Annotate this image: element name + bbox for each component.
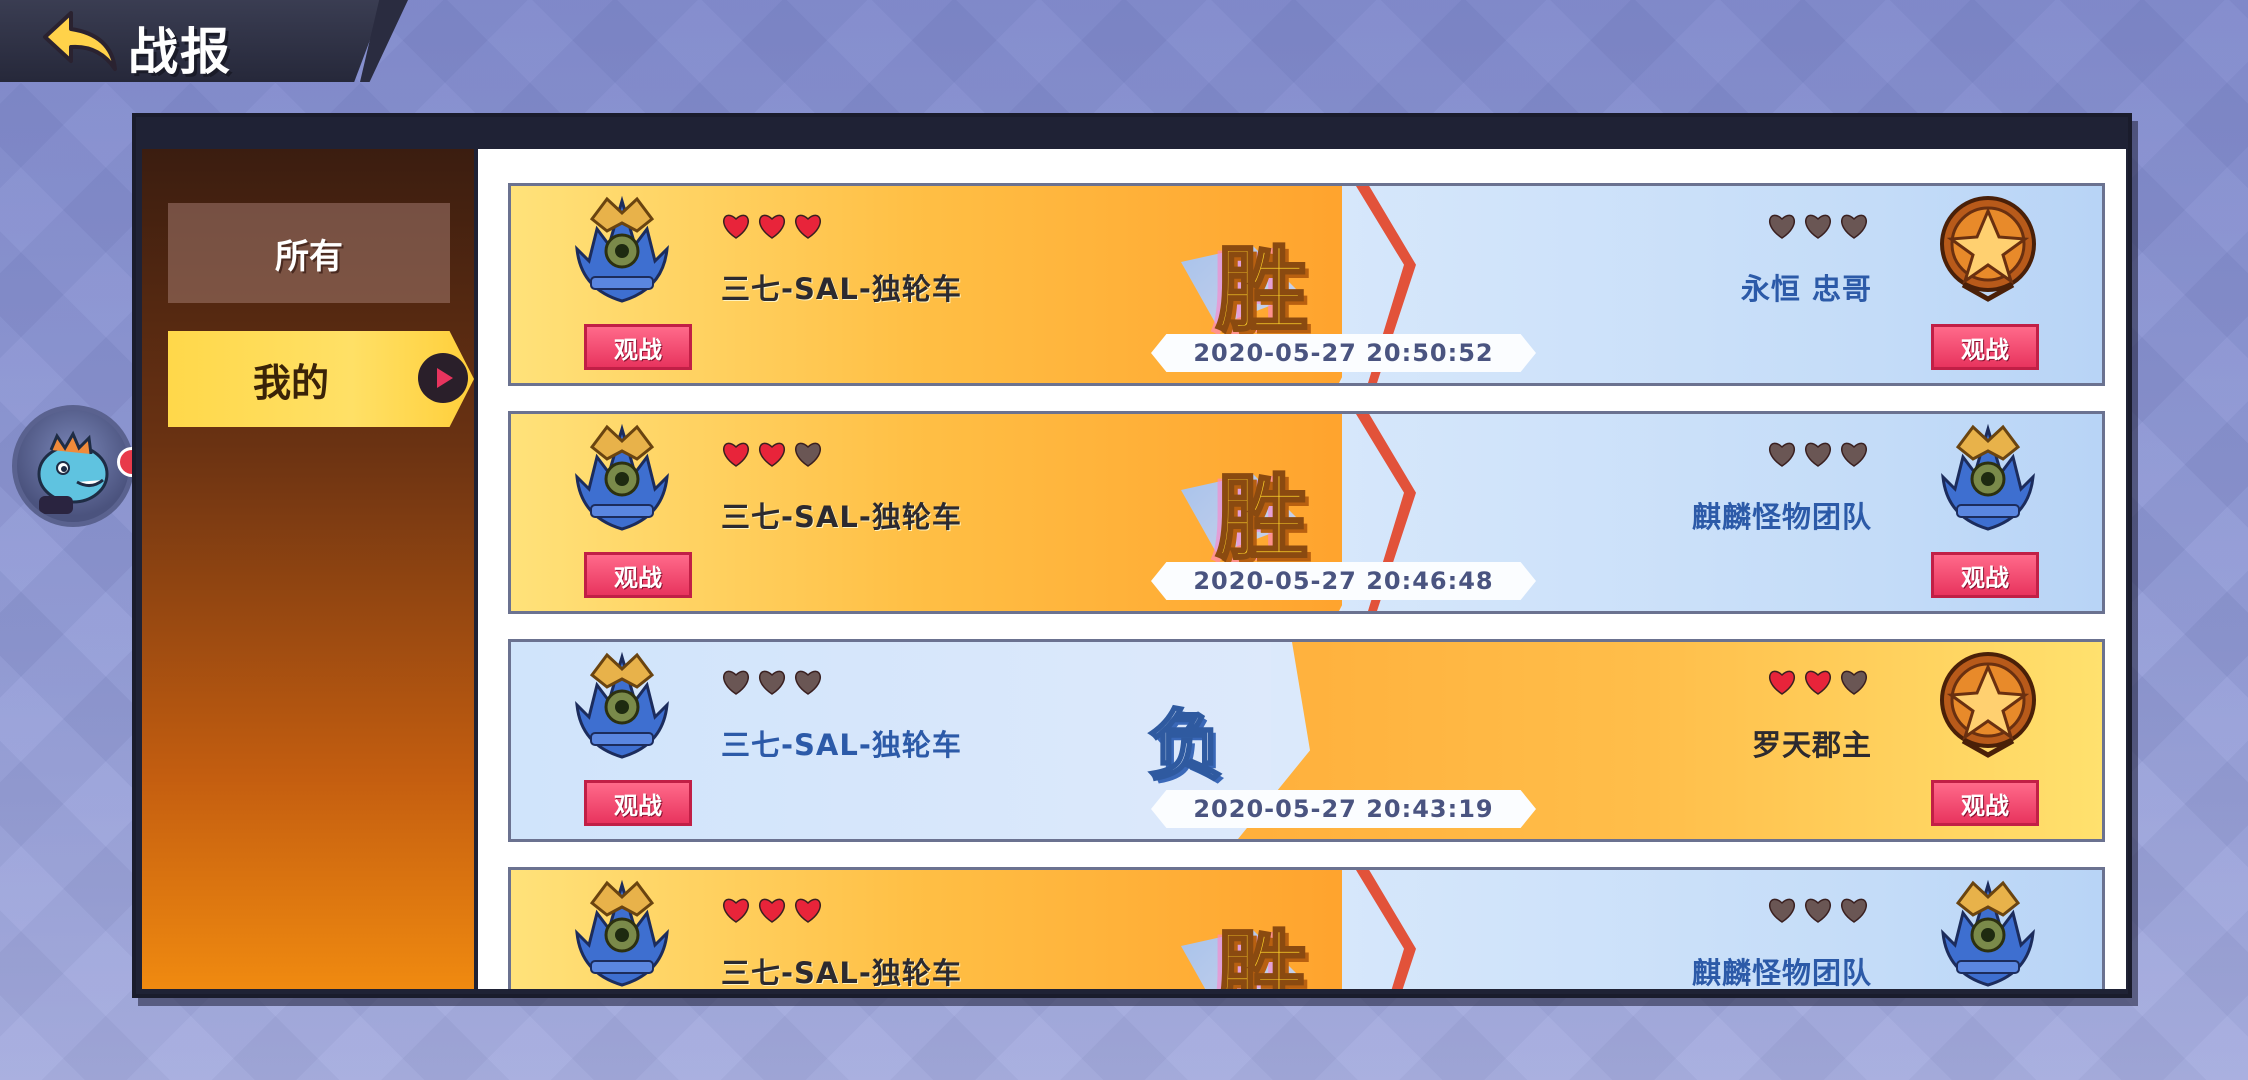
- main-panel: 所有 我的 三七-SAL-独轮车 观战 胜 2020-05-27 20:50:5…: [132, 113, 2132, 998]
- heart-icon: [1769, 442, 1795, 467]
- heart-icon: [1841, 898, 1867, 923]
- battle-record-2: 三七-SAL-独轮车 观战 胜 2020-05-27 20:46:48 麒麟怪物…: [508, 411, 2105, 614]
- player-name: 三七-SAL-独轮车: [721, 272, 962, 306]
- opponent-hearts: [1767, 668, 1869, 696]
- result-label: 胜: [1214, 464, 1309, 574]
- opponent-rank-badge-icon: [1933, 645, 2043, 760]
- opponent-name: 罗天郡主: [1751, 728, 1872, 762]
- tab-all[interactable]: 所有: [168, 203, 450, 303]
- opponent-hearts: [1767, 896, 1869, 924]
- heart-icon: [795, 670, 821, 695]
- player-rank-badge-icon: [567, 417, 677, 532]
- heart-icon: [759, 214, 785, 239]
- player-watch-button[interactable]: 观战: [584, 780, 692, 826]
- opponent-rank-badge-icon: [1933, 189, 2043, 304]
- result-label: 负: [1147, 700, 1226, 792]
- player-watch-button[interactable]: 观战: [584, 324, 692, 370]
- heart-icon: [1769, 214, 1795, 239]
- heart-icon: [759, 670, 785, 695]
- heart-icon: [1841, 214, 1867, 239]
- heart-icon: [759, 898, 785, 923]
- tab-mine-label: 我的: [253, 360, 330, 405]
- battle-record-3: 三七-SAL-独轮车 观战 负 2020-05-27 20:43:19 罗天郡主…: [508, 639, 2105, 842]
- heart-icon: [723, 898, 749, 923]
- heart-icon: [1769, 670, 1795, 695]
- sidebar: 所有 我的: [142, 149, 474, 989]
- player-hearts: [721, 668, 823, 696]
- page-title: 战报: [128, 23, 232, 81]
- opponent-name: 永恒 忠哥: [1740, 272, 1872, 306]
- heart-icon: [1769, 898, 1795, 923]
- result-label: 胜: [1214, 236, 1309, 346]
- player-name: 三七-SAL-独轮车: [721, 500, 962, 534]
- battle-record-4: 三七-SAL-独轮车 观战 胜 麒麟怪物团队 观战: [508, 867, 2105, 989]
- player-rank-badge-icon: [567, 873, 677, 988]
- opponent-name: 麒麟怪物团队: [1691, 956, 1872, 989]
- heart-icon: [723, 670, 749, 695]
- heart-icon: [795, 898, 821, 923]
- heart-icon: [1841, 442, 1867, 467]
- play-arrow-icon: [418, 353, 468, 403]
- heart-icon: [759, 442, 785, 467]
- heart-icon: [1805, 898, 1831, 923]
- heart-icon: [1805, 214, 1831, 239]
- opponent-rank-badge-icon: [1933, 417, 2043, 532]
- player-hearts: [721, 896, 823, 924]
- heart-icon: [795, 442, 821, 467]
- back-button[interactable]: [38, 8, 123, 74]
- opponent-hearts: [1767, 212, 1869, 240]
- tab-mine[interactable]: 我的: [168, 331, 474, 427]
- heart-icon: [795, 214, 821, 239]
- player-name: 三七-SAL-独轮车: [721, 728, 962, 762]
- heart-icon: [1805, 670, 1831, 695]
- heart-icon: [723, 442, 749, 467]
- player-name: 三七-SAL-独轮车: [721, 956, 962, 989]
- opponent-watch-button[interactable]: 观战: [1931, 780, 2039, 826]
- player-hearts: [721, 212, 823, 240]
- record-datetime: 2020-05-27 20:43:19: [1151, 790, 1536, 828]
- battle-record-1: 三七-SAL-独轮车 观战 胜 2020-05-27 20:50:52 永恒 忠…: [508, 183, 2105, 386]
- opponent-watch-button[interactable]: 观战: [1931, 324, 2039, 370]
- dino-avatar-icon: [37, 430, 109, 514]
- heart-icon: [1805, 442, 1831, 467]
- player-watch-button[interactable]: 观战: [584, 552, 692, 598]
- record-datetime: 2020-05-27 20:46:48: [1151, 562, 1536, 600]
- heart-icon: [1841, 670, 1867, 695]
- player-rank-badge-icon: [567, 189, 677, 304]
- opponent-hearts: [1767, 440, 1869, 468]
- opponent-watch-button[interactable]: 观战: [1931, 552, 2039, 598]
- avatar[interactable]: [12, 405, 134, 527]
- opponent-name: 麒麟怪物团队: [1691, 500, 1872, 534]
- record-datetime: 2020-05-27 20:50:52: [1151, 334, 1536, 372]
- player-rank-badge-icon: [567, 645, 677, 760]
- result-label: 胜: [1214, 920, 1309, 990]
- heart-icon: [723, 214, 749, 239]
- player-hearts: [721, 440, 823, 468]
- record-list[interactable]: 三七-SAL-独轮车 观战 胜 2020-05-27 20:50:52 永恒 忠…: [478, 149, 2126, 989]
- tab-all-label: 所有: [275, 236, 343, 277]
- opponent-rank-badge-icon: [1933, 873, 2043, 988]
- back-arrow-icon: [42, 11, 117, 71]
